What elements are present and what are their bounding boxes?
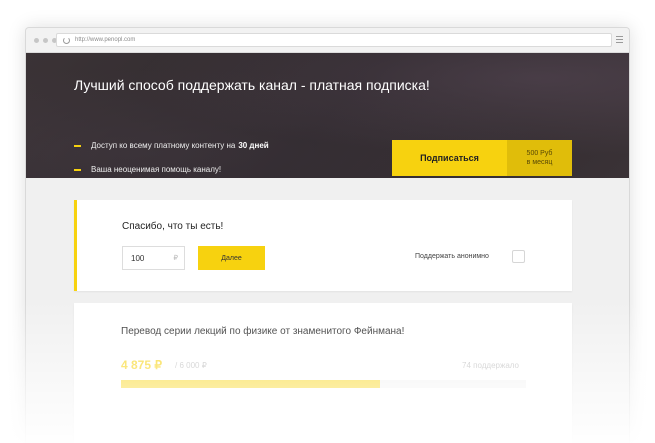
- reload-icon[interactable]: [63, 36, 70, 44]
- funding-progress-bar: [121, 380, 526, 388]
- browser-window: http://www.penopl.com Лучший способ подд…: [25, 27, 630, 443]
- window-dot[interactable]: [34, 38, 39, 43]
- donation-title: Спасибо, что ты есть!: [122, 221, 224, 232]
- donation-card: Спасибо, что ты есть! 100 ₽ Далее Поддер…: [74, 200, 572, 291]
- next-button[interactable]: Далее: [198, 246, 265, 270]
- hamburger-icon[interactable]: [616, 36, 623, 43]
- amount-input[interactable]: 100 ₽: [122, 246, 185, 270]
- price-period: в месяц: [526, 159, 553, 166]
- dash-icon: [74, 168, 81, 171]
- benefit-highlight: 30 дней: [238, 141, 269, 150]
- benefit-item: Ваша неоценимая помощь каналу!: [74, 165, 221, 174]
- currency-label: ₽: [173, 255, 178, 262]
- campaign-title: Перевод серии лекций по физике от знамен…: [121, 326, 405, 337]
- subscribe-label[interactable]: Подписаться: [392, 140, 507, 176]
- hero-title: Лучший способ поддержать канал - платная…: [74, 77, 430, 93]
- window-dot[interactable]: [43, 38, 48, 43]
- amount-value[interactable]: 100: [131, 254, 174, 263]
- supporters-count: 74 поддержало: [462, 361, 519, 370]
- hero-banner: Лучший способ поддержать канал - платная…: [26, 53, 629, 178]
- browser-toolbar: http://www.penopl.com: [26, 28, 629, 53]
- window-controls: [34, 38, 57, 43]
- benefit-text: Ваша неоценимая помощь каналу!: [91, 165, 222, 174]
- benefit-text: Доступ ко всему платному контенту на: [91, 141, 236, 150]
- address-bar[interactable]: http://www.penopl.com: [56, 33, 612, 47]
- campaign-card: Перевод серии лекций по физике от знамен…: [74, 303, 572, 443]
- benefit-item: Доступ ко всему платному контенту на 30 …: [74, 141, 269, 150]
- goal-amount: / 6 000 ₽: [175, 361, 207, 370]
- subscribe-button[interactable]: Подписаться 500 Руб в месяц: [392, 140, 572, 176]
- anonymous-label: Поддержать анонимно: [415, 253, 489, 260]
- anonymous-checkbox[interactable]: [512, 250, 525, 263]
- raised-amount: 4 875 ₽: [121, 358, 162, 372]
- price-value: 500 Руб: [526, 150, 553, 157]
- funding-progress-fill: [121, 380, 381, 388]
- subscribe-price[interactable]: 500 Руб в месяц: [507, 140, 572, 176]
- dash-icon: [74, 144, 81, 147]
- url-text: http://www.penopl.com: [75, 37, 136, 43]
